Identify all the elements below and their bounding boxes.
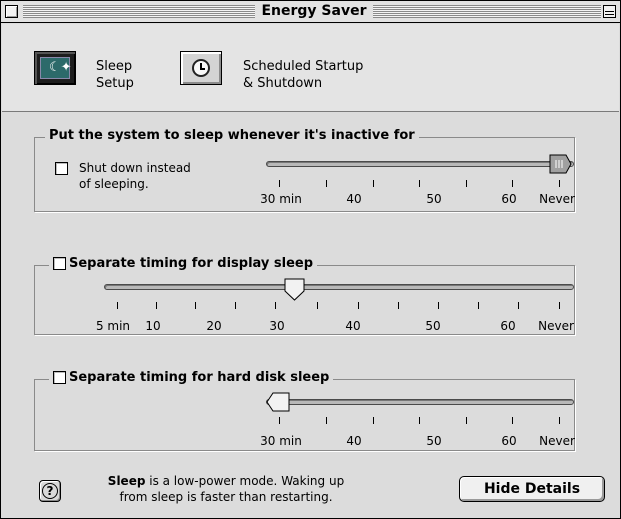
display-sleep-tick	[275, 302, 276, 309]
sleep-setup-button[interactable]: ☾✦	[34, 51, 76, 85]
display-sleep-tick-label: 60	[500, 319, 516, 333]
title-bar-stripes-left	[23, 5, 255, 18]
help-button[interactable]: ?	[39, 480, 61, 502]
display-sleep-slider-thumb[interactable]	[284, 278, 306, 302]
help-line1: is a low-power mode. Waking up	[145, 474, 345, 488]
display-sleep-title[interactable]: Separate timing for display sleep	[49, 255, 318, 273]
display-sleep-slider-track[interactable]	[104, 284, 574, 290]
title-bar[interactable]: Energy Saver	[1, 1, 620, 23]
title-bar-stripes-right	[373, 5, 601, 18]
disk-sleep-slider-track[interactable]	[266, 399, 574, 405]
display-sleep-tick	[195, 302, 196, 309]
display-sleep-tick-label: 30	[269, 319, 285, 333]
energy-saver-window: Energy Saver ☾✦ Sleep Setup Scheduled St…	[0, 0, 621, 519]
display-sleep-title-text: Separate timing for display sleep	[69, 256, 314, 271]
system-sleep-tick	[279, 180, 280, 187]
system-sleep-slider-thumb[interactable]	[549, 154, 573, 176]
display-sleep-tick	[559, 302, 560, 309]
sleep-setup-label-line2: Setup	[96, 76, 134, 91]
sleep-setup-label[interactable]: Sleep Setup	[96, 58, 134, 92]
system-sleep-tick	[373, 180, 374, 187]
shutdown-label-line1: Shut down instead	[79, 161, 191, 175]
close-box[interactable]	[5, 5, 18, 18]
window-title: Energy Saver	[261, 3, 367, 19]
help-description: Sleep is a low-power mode. Waking up fro…	[81, 473, 371, 505]
display-sleep-tick-label: 5 min	[95, 319, 131, 333]
scheduled-startup-label-line2: & Shutdown	[243, 76, 323, 91]
disk-sleep-tick-label: 60	[501, 434, 517, 448]
display-sleep-tick-label: Never	[538, 319, 574, 333]
system-sleep-tick-label: 50	[426, 192, 442, 206]
display-sleep-checkbox[interactable]	[53, 257, 66, 270]
disk-sleep-group	[34, 379, 575, 451]
collapse-box[interactable]	[603, 5, 616, 18]
disk-sleep-title[interactable]: Separate timing for hard disk sleep	[49, 369, 334, 387]
system-sleep-tick	[326, 180, 327, 187]
scheduled-startup-button[interactable]	[180, 51, 222, 85]
display-sleep-tick-label: 20	[206, 319, 222, 333]
system-sleep-tick	[512, 180, 513, 187]
disk-sleep-tick-label: 40	[346, 434, 362, 448]
disk-sleep-tick-label: Never	[539, 434, 575, 448]
display-sleep-tick	[518, 302, 519, 309]
system-sleep-tick-label: 60	[501, 192, 517, 206]
disk-sleep-slider-thumb[interactable]	[266, 392, 290, 414]
display-sleep-tick	[235, 302, 236, 309]
system-sleep-tick-label: 30 min	[260, 192, 302, 206]
help-line2: from sleep is faster than restarting.	[119, 490, 333, 504]
toolbar: ☾✦ Sleep Setup Scheduled Startup & Shutd…	[2, 24, 619, 112]
system-sleep-tick-label: 40	[346, 192, 362, 206]
disk-sleep-tick	[279, 417, 280, 424]
display-sleep-tick	[478, 302, 479, 309]
disk-sleep-tick	[373, 417, 374, 424]
display-sleep-tick-label: 50	[425, 319, 441, 333]
hide-details-button[interactable]: Hide Details	[459, 476, 605, 502]
display-sleep-tick	[117, 302, 118, 309]
clock-icon	[192, 59, 210, 77]
system-sleep-slider-track[interactable]	[266, 161, 574, 167]
disk-sleep-tick	[466, 417, 467, 424]
display-sleep-tick-label: 10	[145, 319, 161, 333]
system-sleep-tick	[559, 180, 560, 187]
help-icon: ?	[42, 483, 58, 499]
system-sleep-title: Put the system to sleep whenever it's in…	[45, 127, 419, 145]
help-bold-word: Sleep	[107, 474, 146, 488]
system-sleep-tick-label: Never	[539, 192, 575, 206]
display-sleep-tick-label: 40	[345, 319, 361, 333]
scheduled-startup-label-line1: Scheduled Startup	[243, 59, 364, 74]
display-sleep-tick	[156, 302, 157, 309]
disk-sleep-tick-label: 50	[426, 434, 442, 448]
display-sleep-tick	[317, 302, 318, 309]
disk-sleep-tick	[512, 417, 513, 424]
scheduled-startup-label[interactable]: Scheduled Startup & Shutdown	[243, 58, 363, 92]
disk-sleep-title-text: Separate timing for hard disk sleep	[69, 370, 330, 385]
shutdown-instead-checkbox[interactable]	[55, 162, 68, 175]
display-sleep-tick	[358, 302, 359, 309]
sleep-moon-icon: ☾✦	[40, 57, 72, 79]
disk-sleep-tick	[419, 417, 420, 424]
sleep-setup-label-line1: Sleep	[96, 59, 133, 74]
shutdown-instead-label[interactable]: Shut down instead of sleeping.	[79, 160, 191, 192]
disk-sleep-tick-label: 30 min	[260, 434, 302, 448]
disk-sleep-checkbox[interactable]	[53, 371, 66, 384]
disk-sleep-tick	[559, 417, 560, 424]
display-sleep-tick	[398, 302, 399, 309]
system-sleep-tick	[466, 180, 467, 187]
shutdown-label-line2: of sleeping.	[79, 177, 149, 191]
display-sleep-tick	[438, 302, 439, 309]
disk-sleep-tick	[326, 417, 327, 424]
system-sleep-tick	[419, 180, 420, 187]
